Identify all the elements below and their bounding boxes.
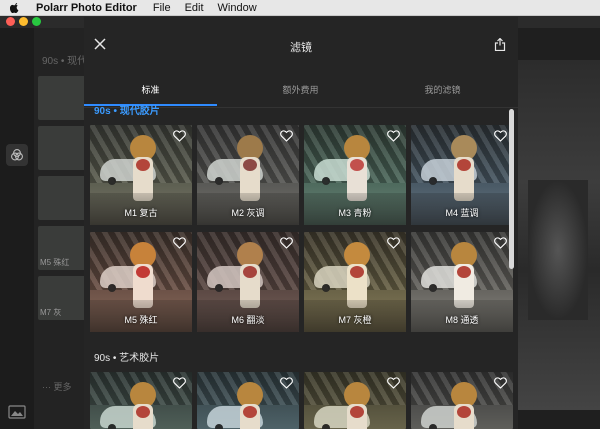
heart-icon[interactable] xyxy=(387,130,400,142)
tab-premium[interactable]: 额外费用 xyxy=(234,75,367,105)
zoom-window-button[interactable] xyxy=(32,17,41,26)
heart-icon[interactable] xyxy=(280,130,293,142)
filter-label: M1 复古 xyxy=(124,208,158,218)
filter-label: M2 灰调 xyxy=(231,208,265,218)
share-icon[interactable] xyxy=(494,38,506,51)
section-title: 90s • 艺术胶片 xyxy=(94,353,160,364)
heart-icon[interactable] xyxy=(494,130,507,142)
filter-label: M3 青粉 xyxy=(338,208,372,218)
filter-card[interactable] xyxy=(411,372,513,429)
heart-icon[interactable] xyxy=(494,377,507,389)
tab-standard[interactable]: 标准 xyxy=(84,75,217,105)
filter-card[interactable] xyxy=(90,372,192,429)
filter-label: M7 灰橙 xyxy=(338,315,372,325)
background-thumb: M5 殊红 xyxy=(38,226,86,270)
heart-icon[interactable] xyxy=(387,377,400,389)
heart-icon[interactable] xyxy=(173,377,186,389)
heart-icon[interactable] xyxy=(280,237,293,249)
minimize-window-button[interactable] xyxy=(19,17,28,26)
heart-icon[interactable] xyxy=(280,377,293,389)
tool-strip xyxy=(0,28,35,429)
modal-title: 滤镜 xyxy=(290,42,312,54)
background-thumb xyxy=(38,76,86,120)
background-panel-title: 90s • 现代 xyxy=(42,56,88,67)
heart-icon[interactable] xyxy=(173,130,186,142)
filter-card[interactable]: M2 灰调 xyxy=(197,125,299,225)
heart-icon[interactable] xyxy=(173,237,186,249)
filters-tool-button[interactable] xyxy=(6,144,28,166)
apple-icon[interactable] xyxy=(10,2,20,13)
image-icon[interactable] xyxy=(8,405,26,419)
heart-icon[interactable] xyxy=(387,237,400,249)
background-thumb xyxy=(38,176,86,220)
menu-edit[interactable]: Edit xyxy=(185,2,204,14)
filter-card[interactable]: M3 青粉 xyxy=(304,125,406,225)
section-title: 90s • 现代胶片 xyxy=(94,106,160,117)
tab-my-filters[interactable]: 我的滤镜 xyxy=(376,75,509,105)
filter-card[interactable] xyxy=(197,372,299,429)
filter-card[interactable] xyxy=(304,372,406,429)
menu-file[interactable]: File xyxy=(153,2,171,14)
modal-header: 滤镜 xyxy=(84,17,518,61)
filter-label: M6 翻淡 xyxy=(231,315,265,325)
filter-card[interactable]: M6 翻淡 xyxy=(197,232,299,332)
app-name-menu[interactable]: Polarr Photo Editor xyxy=(36,2,137,14)
background-photo xyxy=(518,60,600,410)
filter-label: M4 蓝调 xyxy=(445,208,479,218)
close-window-button[interactable] xyxy=(6,17,15,26)
filters-icon xyxy=(11,149,23,161)
menu-window[interactable]: Window xyxy=(218,2,257,14)
filter-card[interactable]: M8 通透 xyxy=(411,232,513,332)
filter-card[interactable]: M7 灰橙 xyxy=(304,232,406,332)
filter-card[interactable]: M4 蓝调 xyxy=(411,125,513,225)
scrollbar-thumb[interactable] xyxy=(509,109,514,269)
menubar: Polarr Photo Editor File Edit Window xyxy=(0,0,600,16)
filter-card[interactable]: M1 复古 xyxy=(90,125,192,225)
background-thumb: M7 灰 xyxy=(38,276,86,320)
filters-modal: 滤镜 标准 额外费用 我的滤镜 90s • 现代胶片 M1 复古 M2 灰调 M… xyxy=(84,17,518,429)
heart-icon[interactable] xyxy=(494,237,507,249)
filter-label: M8 通透 xyxy=(445,315,479,325)
filter-label: M5 殊红 xyxy=(124,315,158,325)
filter-card[interactable]: M5 殊红 xyxy=(90,232,192,332)
background-more: ··· 更多 xyxy=(42,382,72,392)
background-thumb xyxy=(38,126,86,170)
